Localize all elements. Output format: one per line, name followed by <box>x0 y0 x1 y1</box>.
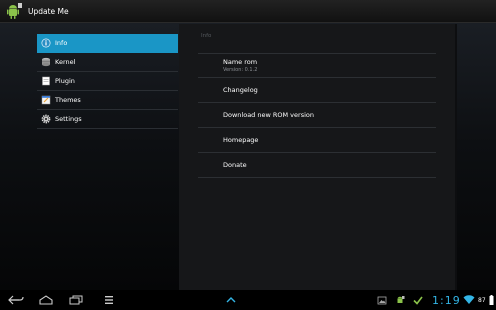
sidebar-item-settings[interactable]: Settings <box>37 110 178 129</box>
chevron-up-icon[interactable] <box>225 293 237 307</box>
clock[interactable]: 1:19 <box>432 294 461 307</box>
pref-summary: Version: 0.1.2 <box>223 66 258 73</box>
pref-download-rom[interactable]: Download new ROM version <box>198 103 436 128</box>
android-notification-icon[interactable] <box>394 293 406 307</box>
system-bar: 1:19 87 <box>0 290 496 310</box>
battery-icon <box>488 293 494 307</box>
pref-title: Homepage <box>223 136 259 144</box>
battery-level: 87 <box>478 297 486 304</box>
sidebar-item-label: Kernel <box>55 58 76 66</box>
pref-name-rom[interactable]: Name rom Version: 0.1.2 <box>198 53 436 78</box>
gear-icon <box>40 114 51 125</box>
pref-changelog[interactable]: Changelog <box>198 78 436 103</box>
preference-list: Name rom Version: 0.1.2 Changelog Downlo… <box>198 53 436 178</box>
sidebar: Info Kernel Plugin Themes Settings <box>37 34 178 129</box>
app-title: Update Me <box>28 6 69 16</box>
action-bar: Update Me <box>0 0 496 23</box>
plugin-icon <box>40 76 51 87</box>
pref-title: Name rom <box>223 57 258 66</box>
pref-title: Donate <box>223 161 247 169</box>
menu-icon[interactable] <box>102 293 116 307</box>
kernel-icon <box>40 57 51 68</box>
gallery-notification-icon[interactable] <box>376 293 388 307</box>
sidebar-item-themes[interactable]: Themes <box>37 91 178 110</box>
sidebar-item-label: Themes <box>55 96 81 104</box>
pane-edge <box>455 24 457 290</box>
recent-apps-icon[interactable] <box>68 293 84 307</box>
sidebar-item-label: Settings <box>55 115 82 123</box>
wifi-icon <box>463 293 475 307</box>
download-done-icon[interactable] <box>412 293 424 307</box>
pref-title: Changelog <box>223 86 258 94</box>
pref-homepage[interactable]: Homepage <box>198 128 436 153</box>
pref-donate[interactable]: Donate <box>198 153 436 178</box>
sidebar-item-info[interactable]: Info <box>37 34 178 53</box>
android-app-icon[interactable] <box>3 0 25 22</box>
section-header: Info <box>201 33 212 39</box>
detail-pane: Info Name rom Version: 0.1.2 Changelog D… <box>179 24 457 290</box>
pref-title: Download new ROM version <box>223 111 314 119</box>
home-icon[interactable] <box>38 293 54 307</box>
back-icon[interactable] <box>8 293 24 307</box>
sidebar-item-label: Plugin <box>55 77 75 85</box>
themes-icon <box>40 95 51 106</box>
info-icon <box>40 38 51 49</box>
sidebar-item-plugin[interactable]: Plugin <box>37 72 178 91</box>
sidebar-item-label: Info <box>55 39 68 47</box>
sidebar-item-kernel[interactable]: Kernel <box>37 53 178 72</box>
